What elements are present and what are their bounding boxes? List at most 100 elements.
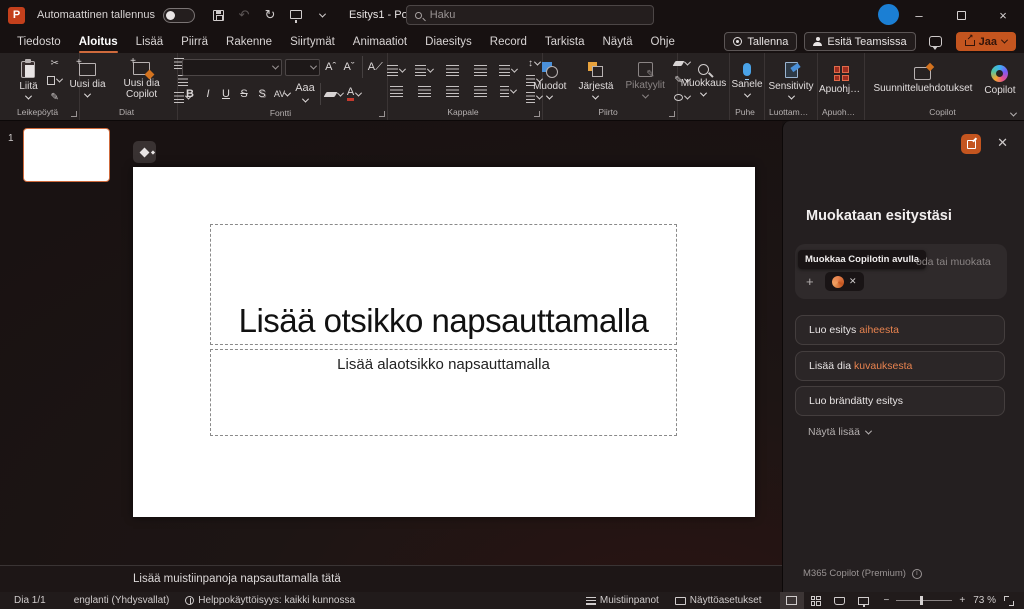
- tab-siirtymat[interactable]: Siirtymät: [281, 32, 344, 52]
- decrease-indent-button[interactable]: [443, 63, 461, 77]
- tab-ohje[interactable]: Ohje: [642, 32, 684, 52]
- tallenna-button[interactable]: Tallenna: [724, 32, 797, 51]
- suggestion-branded-presentation[interactable]: Luo brändätty esitys: [795, 386, 1005, 416]
- underline-button[interactable]: U: [218, 88, 234, 100]
- display-settings-button[interactable]: Näyttöasetukset: [667, 595, 770, 606]
- tab-aloitus[interactable]: Aloitus: [70, 32, 127, 52]
- shapes-button[interactable]: Muodot: [529, 60, 570, 102]
- designer-button[interactable]: Suunnitteluehdotukset: [869, 65, 976, 96]
- new-slide-copilot-button[interactable]: Uusi dia Copilot: [114, 60, 170, 102]
- font-size-combo[interactable]: [285, 59, 320, 76]
- add-attachment-button[interactable]: +: [806, 274, 814, 289]
- tab-record[interactable]: Record: [481, 32, 536, 52]
- drawing-dialog-launcher[interactable]: [669, 111, 675, 117]
- dictate-button[interactable]: Sanele: [727, 61, 766, 100]
- copilot-prompt-input[interactable]: Muokkaa Copilotin avulla oda tai muokata…: [795, 244, 1007, 299]
- powerpoint-logo-icon[interactable]: P: [8, 7, 25, 24]
- notes-toggle-button[interactable]: Muistiinpanot: [578, 595, 667, 606]
- suggestion-add-slide[interactable]: Lisää diakuvauksesta: [795, 351, 1005, 381]
- close-button[interactable]: ×: [982, 0, 1024, 30]
- copilot-button[interactable]: Copilot: [980, 63, 1019, 98]
- start-slideshow-button[interactable]: [283, 4, 309, 26]
- italic-button[interactable]: I: [200, 88, 216, 100]
- tab-tiedosto[interactable]: Tiedosto: [8, 32, 70, 52]
- justify-button[interactable]: [471, 84, 489, 98]
- font-name-combo[interactable]: [182, 59, 282, 76]
- bold-button[interactable]: B: [182, 88, 198, 100]
- tab-animaatiot[interactable]: Animaatiot: [344, 32, 416, 52]
- tab-rakenne[interactable]: Rakenne: [217, 32, 281, 52]
- copilot-mode-pill[interactable]: ✕: [825, 272, 864, 291]
- numbering-button[interactable]: [415, 63, 433, 77]
- editing-button[interactable]: Muokkaus: [677, 62, 731, 99]
- new-slide-button[interactable]: Uusi dia: [65, 61, 109, 100]
- character-spacing-button[interactable]: AV: [272, 89, 292, 99]
- normal-view-button[interactable]: [780, 592, 804, 609]
- share-button[interactable]: Jaa: [956, 32, 1016, 51]
- tab-nayta[interactable]: Näytä: [594, 32, 642, 52]
- copilot-quick-action-button[interactable]: [133, 141, 156, 163]
- remove-icon[interactable]: ✕: [849, 276, 857, 287]
- paste-button[interactable]: Liitä: [15, 59, 41, 102]
- copilot-edit-button[interactable]: [961, 134, 981, 154]
- info-icon[interactable]: i: [912, 569, 922, 579]
- addins-button[interactable]: Apuohjelmat: [815, 64, 867, 97]
- title-placeholder[interactable]: Lisää otsikko napsauttamalla: [210, 224, 677, 345]
- quick-access-menu-button[interactable]: [309, 4, 335, 26]
- sensitivity-button[interactable]: Sensitivity: [765, 60, 818, 102]
- tab-lisaa[interactable]: Lisää: [127, 32, 173, 52]
- slide-canvas[interactable]: Lisää otsikko napsauttamalla Lisää alaot…: [133, 167, 755, 517]
- slide-indicator[interactable]: Dia 1/1: [6, 595, 54, 606]
- tab-piirra[interactable]: Piirrä: [172, 32, 217, 52]
- strikethrough-button[interactable]: S: [236, 88, 252, 100]
- clear-formatting-button[interactable]: A⟋: [368, 61, 383, 74]
- slide-thumbnail[interactable]: [23, 128, 110, 182]
- suggestion-create-presentation[interactable]: Luo esitysaiheesta: [795, 315, 1005, 345]
- grow-font-button[interactable]: Aˆ: [323, 61, 338, 73]
- shrink-font-button[interactable]: Aˇ: [341, 61, 356, 73]
- bullets-button[interactable]: [387, 63, 405, 77]
- increase-indent-button[interactable]: [471, 63, 489, 77]
- align-center-button[interactable]: [415, 84, 433, 98]
- copy-button[interactable]: [46, 74, 64, 88]
- notes-pane[interactable]: Lisää muistiinpanoja napsauttamalla tätä: [0, 565, 782, 592]
- zoom-level[interactable]: 73 %: [965, 595, 1004, 606]
- redo-button[interactable]: ↻: [257, 4, 283, 26]
- change-case-button[interactable]: Aaa: [294, 82, 316, 106]
- slideshow-view-button[interactable]: [852, 592, 876, 609]
- present-in-teams-button[interactable]: Esitä Teamsissa: [804, 32, 915, 51]
- paragraph-dialog-launcher[interactable]: [534, 111, 540, 117]
- arrange-button[interactable]: Järjestä: [574, 60, 617, 102]
- tab-tarkista[interactable]: Tarkista: [536, 32, 594, 52]
- reading-view-button[interactable]: [828, 592, 852, 609]
- quick-styles-button[interactable]: Pikatyylit: [621, 60, 668, 101]
- slide-sorter-view-button[interactable]: [804, 592, 828, 609]
- search-input[interactable]: [430, 9, 645, 21]
- cut-button[interactable]: ✂: [46, 57, 64, 71]
- search-box[interactable]: [406, 5, 654, 25]
- columns-button[interactable]: [499, 84, 517, 98]
- align-right-button[interactable]: [443, 84, 461, 98]
- maximize-button[interactable]: [940, 0, 982, 30]
- language-indicator[interactable]: englanti (Yhdysvallat): [66, 595, 178, 606]
- copilot-panel-close-button[interactable]: ✕: [997, 135, 1008, 151]
- save-button[interactable]: [205, 4, 231, 26]
- subtitle-placeholder[interactable]: Lisää alaotsikko napsauttamalla: [210, 349, 677, 436]
- accessibility-status[interactable]: Helppokäyttöisyys: kaikki kunnossa: [177, 595, 363, 606]
- zoom-out-button[interactable]: −: [884, 595, 890, 606]
- tab-diaesitys[interactable]: Diaesitys: [416, 32, 481, 52]
- user-avatar[interactable]: [878, 4, 899, 25]
- font-dialog-launcher[interactable]: [379, 111, 385, 117]
- font-color-button[interactable]: A: [345, 87, 363, 101]
- comments-button[interactable]: [923, 31, 949, 53]
- format-painter-button[interactable]: ✎: [46, 91, 64, 105]
- undo-button[interactable]: ↶: [231, 4, 257, 26]
- show-more-button[interactable]: Näytä lisää: [808, 426, 871, 438]
- fit-slide-to-window-button[interactable]: [1004, 596, 1014, 606]
- text-shadow-button[interactable]: S: [254, 88, 270, 100]
- zoom-slider[interactable]: [896, 600, 952, 601]
- minimize-button[interactable]: –: [898, 0, 940, 30]
- line-spacing-button[interactable]: [499, 63, 517, 77]
- highlight-color-button[interactable]: [325, 87, 343, 101]
- zoom-slider-knob[interactable]: [920, 596, 923, 605]
